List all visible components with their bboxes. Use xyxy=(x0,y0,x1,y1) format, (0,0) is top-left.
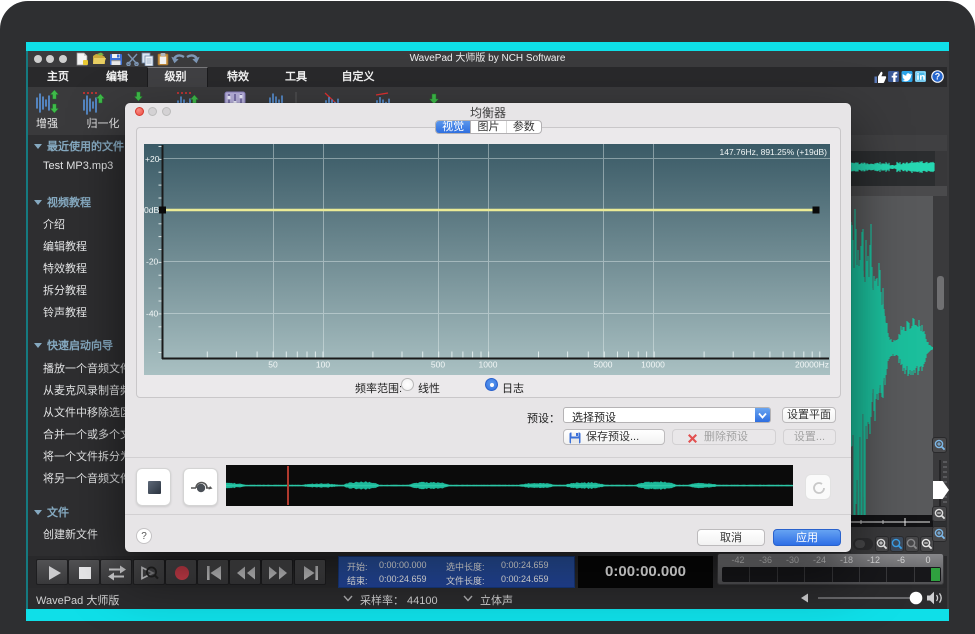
svg-text:+20: +20 xyxy=(145,154,160,164)
svg-text:100: 100 xyxy=(316,360,330,370)
svg-text:5000: 5000 xyxy=(594,360,613,370)
svg-text:50: 50 xyxy=(268,360,278,370)
svg-text:-40: -40 xyxy=(146,309,159,319)
svg-text:-20: -20 xyxy=(146,257,159,267)
svg-text:500: 500 xyxy=(431,360,445,370)
svg-text:10000: 10000 xyxy=(641,360,665,370)
svg-text:?: ? xyxy=(935,72,941,82)
svg-text:147.76Hz, 891.25% (+19dB): 147.76Hz, 891.25% (+19dB) xyxy=(719,147,827,157)
svg-text:1000: 1000 xyxy=(479,360,498,370)
svg-text:20000Hz: 20000Hz xyxy=(795,360,829,370)
svg-text:0dB: 0dB xyxy=(144,205,159,215)
